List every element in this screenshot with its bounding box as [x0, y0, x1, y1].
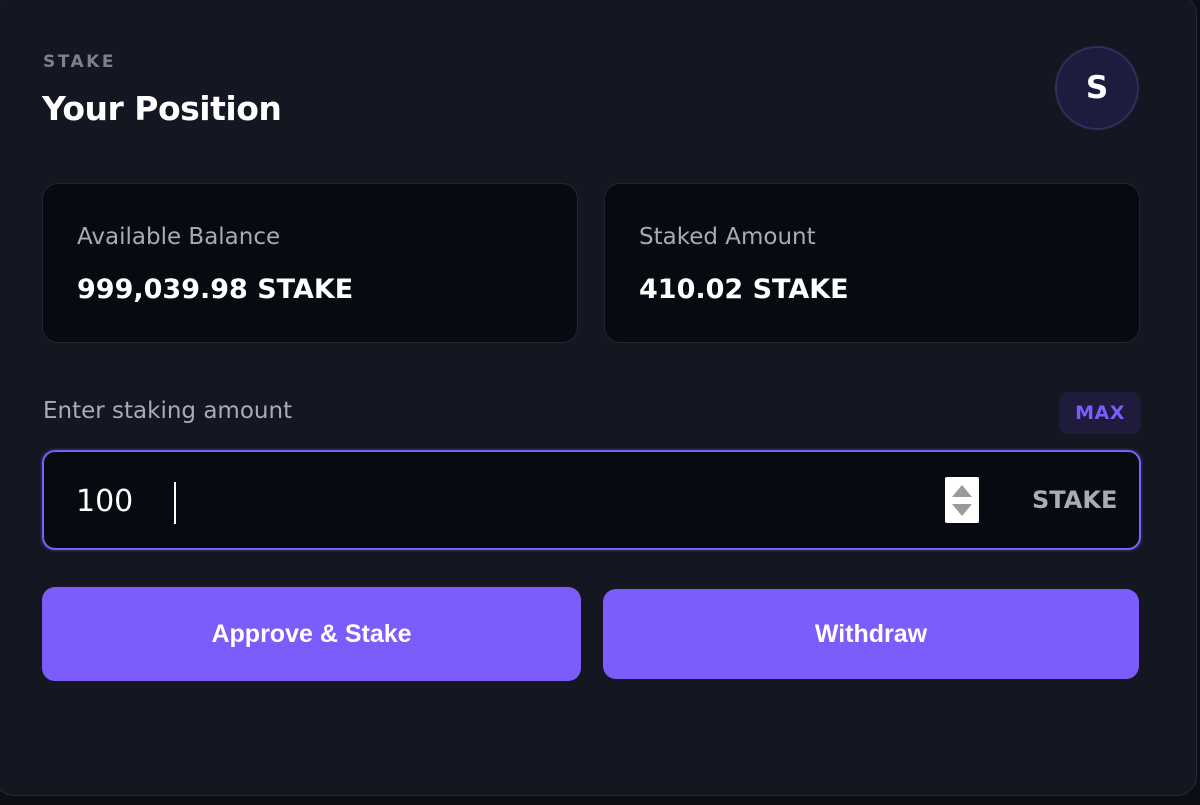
text-caret	[174, 482, 176, 524]
available-balance-panel: Available Balance 999,039.98 STAKE	[42, 183, 578, 343]
staking-amount-input[interactable]	[76, 480, 876, 522]
page-title: Your Position	[42, 89, 282, 128]
spinner-up-icon[interactable]	[952, 484, 972, 497]
section-eyebrow: STAKE	[43, 52, 116, 72]
staked-amount-panel: Staked Amount 410.02 STAKE	[604, 183, 1140, 343]
number-spinner[interactable]	[945, 477, 979, 523]
max-button[interactable]: MAX	[1059, 392, 1141, 434]
withdraw-button[interactable]: Withdraw	[603, 589, 1139, 679]
available-balance-value: 999,039.98 STAKE	[77, 274, 354, 305]
staking-amount-field[interactable]: STAKE	[42, 450, 1141, 550]
available-balance-label: Available Balance	[77, 224, 281, 250]
staked-amount-value: 410.02 STAKE	[639, 274, 849, 305]
avatar[interactable]: S	[1055, 46, 1139, 130]
amount-unit: STAKE	[1032, 486, 1118, 514]
staking-amount-label: Enter staking amount	[43, 398, 293, 424]
approve-stake-button[interactable]: Approve & Stake	[42, 587, 581, 681]
spinner-down-icon[interactable]	[952, 503, 972, 516]
staked-amount-label: Staked Amount	[639, 224, 816, 250]
